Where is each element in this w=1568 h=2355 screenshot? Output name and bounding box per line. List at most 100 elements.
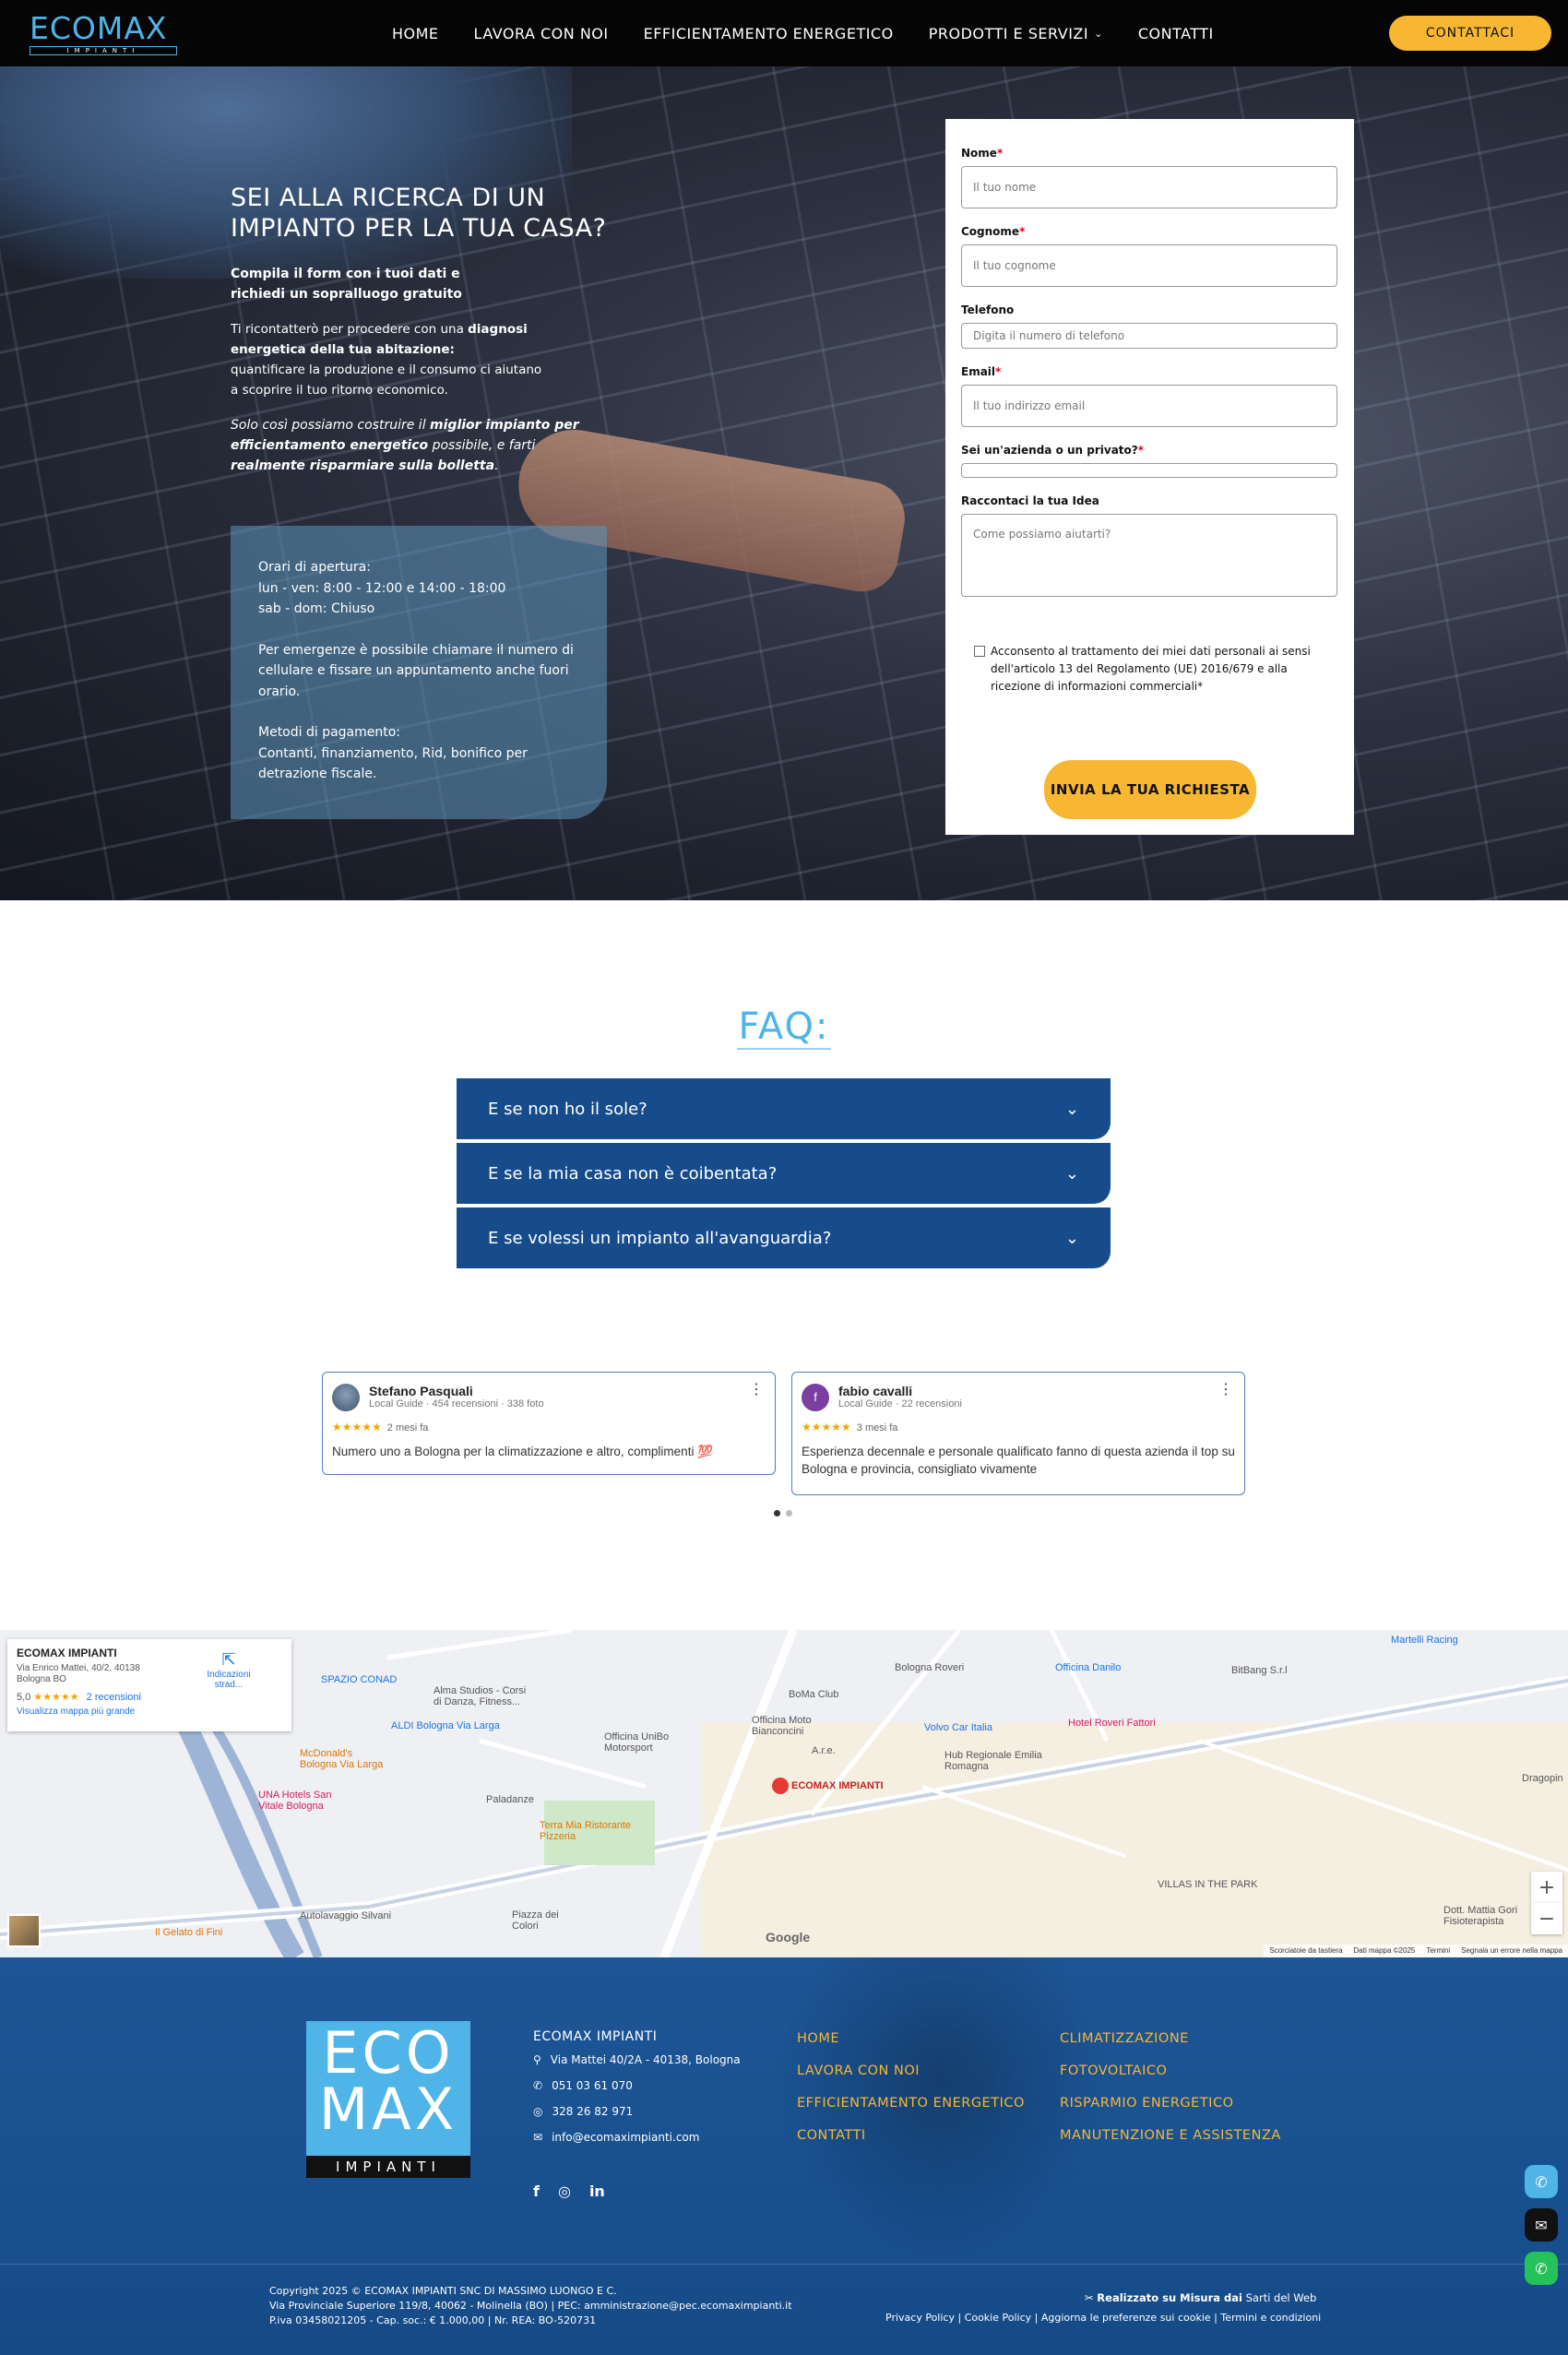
reviewer-meta: Local Guide · 454 recensioni · 338 foto <box>369 1398 544 1409</box>
payment-title: Metodi di pagamento: <box>258 725 401 740</box>
footer-email-row[interactable]: ✉ info@ecomaximpianti.com <box>533 2131 741 2144</box>
footer-link-lavora[interactable]: LAVORA CON NOI <box>797 2064 1025 2078</box>
zoom-out-button[interactable]: − <box>1531 1903 1562 1934</box>
directions-button[interactable]: ⇱ Indicazioni strad... <box>192 1650 266 1690</box>
reviewer-name[interactable]: fabio cavalli <box>838 1384 962 1398</box>
bigger-map-link[interactable]: Visualizza mappa più grande <box>17 1707 282 1717</box>
nav-contatti[interactable]: CONTATTI <box>1138 25 1214 42</box>
phone-icon: ✆ <box>1535 2172 1548 2191</box>
faq-item[interactable]: E se la mia casa non è coibentata? ⌄ <box>457 1143 1111 1204</box>
review-card: Stefano Pasquali Local Guide · 454 recen… <box>322 1372 776 1475</box>
hero-paragraph-3: Solo così possiamo costruire il miglior … <box>231 415 609 476</box>
tipo-select[interactable] <box>961 463 1337 478</box>
map-pin-label[interactable]: ECOMAX IMPIANTI <box>791 1780 884 1791</box>
zoom-in-button[interactable]: + <box>1531 1872 1562 1903</box>
footer-link-contatti[interactable]: CONTATTI <box>797 2128 1025 2143</box>
email-label-text: Email <box>961 365 996 378</box>
contact-cta-button[interactable]: CONTATTACI <box>1389 16 1551 51</box>
footer-credit[interactable]: ✂ Realizzato su Misura dai Sarti del Web <box>1085 2291 1316 2304</box>
map-reviews-link[interactable]: 2 recensioni <box>87 1692 141 1703</box>
map-label: Alma Studios - Corsi di Danza, Fitness..… <box>434 1685 527 1707</box>
map-pin-icon[interactable] <box>772 1778 789 1794</box>
nav-prodotti[interactable]: PRODOTTI E SERVIZI ⌄ <box>929 25 1103 42</box>
footer-link-home[interactable]: HOME <box>797 2031 1025 2046</box>
hero-p2-a: Ti ricontatterò per procedere con una <box>231 322 469 337</box>
payment-block: Metodi di pagamento: Contanti, finanziame… <box>258 722 579 785</box>
mail-icon: ✉ <box>533 2131 543 2144</box>
faq-question: E se non ho il sole? <box>488 1099 647 1119</box>
footer-divider <box>0 2264 1568 2265</box>
footer-email: info@ecomaximpianti.com <box>552 2131 700 2144</box>
linkedin-icon[interactable]: in <box>589 2183 605 2200</box>
footer-link-manutenzione[interactable]: MANUTENZIONE E ASSISTENZA <box>1060 2128 1281 2143</box>
google-map[interactable]: ECOMAX IMPIANTI Bologna Roveri Officina … <box>0 1630 1568 1957</box>
instagram-icon[interactable]: ◎ <box>558 2183 571 2200</box>
footer-legal-links[interactable]: Privacy Policy | Cookie Policy | Aggiorn… <box>885 2312 1321 2324</box>
footer-link-efficientamento[interactable]: EFFICIENTAMENTO ENERGETICO <box>797 2096 1025 2111</box>
nome-input[interactable]: Il tuo nome <box>961 166 1337 208</box>
submit-button[interactable]: INVIA LA TUA RICHIESTA <box>1044 760 1256 819</box>
pager-dot[interactable] <box>786 1510 792 1516</box>
cognome-label-text: Cognome <box>961 225 1020 238</box>
footer-whatsapp-row[interactable]: ◎ 328 26 82 971 <box>533 2105 741 2118</box>
attrib-terms[interactable]: Termini <box>1426 1946 1450 1956</box>
map-label: Officina UniBo Motorsport <box>604 1731 670 1754</box>
map-satellite-toggle[interactable] <box>7 1914 41 1947</box>
footer-phone-row[interactable]: ✆ 051 03 61 070 <box>533 2079 741 2092</box>
hero-p3-c: possibile, e farti <box>428 438 536 453</box>
footer-logo[interactable]: ECO MAX IMPIANTI <box>306 2021 470 2178</box>
attrib-report[interactable]: Segnala un errore nella mappa <box>1461 1946 1562 1956</box>
reviewer-meta: Local Guide · 22 recensioni <box>838 1398 962 1409</box>
footer-address: Via Mattei 40/2A - 40138, Bologna <box>550 2053 741 2066</box>
faq-title: FAQ: <box>0 1005 1568 1050</box>
idea-label: Raccontaci la tua Idea <box>961 494 1099 507</box>
map-card-address: Via Enrico Mattei, 40/2, 40138 Bologna B… <box>17 1663 140 1684</box>
map-label: BoMa Club <box>789 1689 839 1700</box>
more-options-icon[interactable]: ⋮ <box>1218 1383 1233 1398</box>
idea-textarea[interactable]: Come possiamo aiutarti? <box>961 514 1337 597</box>
nav-lavora[interactable]: LAVORA CON NOI <box>474 25 609 42</box>
hours-emergency: Per emergenze è possibile chiamare il nu… <box>258 642 574 699</box>
site-logo[interactable]: ECOMAX IMPIANTI <box>30 13 177 55</box>
floating-whatsapp-button[interactable]: ✆ <box>1525 2252 1558 2285</box>
whatsapp-icon: ◎ <box>533 2105 543 2118</box>
review-pager <box>774 1510 792 1516</box>
map-label: Hotel Roveri Fattori <box>1068 1718 1156 1729</box>
pager-dot-active[interactable] <box>774 1510 780 1516</box>
footer-logo-eco: ECO <box>322 2019 455 2087</box>
nav-home[interactable]: HOME <box>392 25 439 42</box>
nav-efficientamento[interactable]: EFFICIENTAMENTO ENERGETICO <box>644 25 894 42</box>
attrib-data: Dati mappa ©2025 <box>1353 1946 1416 1955</box>
map-label: UNA Hotels San Vitale Bologna <box>258 1790 332 1812</box>
footer-link-fotovoltaico[interactable]: FOTOVOLTAICO <box>1060 2064 1281 2078</box>
consent-row: Acconsento al trattamento dei miei dati … <box>961 643 1338 696</box>
hero-intro: Compila il form con i tuoi dati e richie… <box>231 264 470 304</box>
hero-intro-text: Compila il form con i tuoi dati e richie… <box>231 267 462 302</box>
payment-methods: Contanti, finanziamento, Rid, bonifico p… <box>258 745 528 782</box>
review-text: Esperienza decennale e personale qualifi… <box>802 1445 1235 1476</box>
email-input[interactable]: Il tuo indirizzo email <box>961 385 1337 427</box>
whatsapp-icon: ✆ <box>1535 2259 1548 2278</box>
faq-item[interactable]: E se volessi un impianto all'avanguardia… <box>457 1207 1111 1268</box>
copyright-line-1: Copyright 2025 © ECOMAX IMPIANTI SNC DI … <box>269 2285 617 2297</box>
attrib-shortcuts[interactable]: Scorciatoie da tastiera <box>1269 1946 1342 1956</box>
map-card-rating: 5,0 ★★★★★ 2 recensioni <box>17 1691 282 1703</box>
facebook-icon[interactable]: f <box>533 2183 540 2200</box>
review-header: Stefano Pasquali Local Guide · 454 recen… <box>332 1384 766 1411</box>
map-label: BitBang S.r.l <box>1231 1665 1288 1676</box>
map-label: Dragopin <box>1522 1773 1563 1784</box>
cognome-input[interactable]: Il tuo cognome <box>961 244 1337 287</box>
more-options-icon[interactable]: ⋮ <box>749 1383 764 1398</box>
footer-link-climatizzazione[interactable]: CLIMATIZZAZIONE <box>1060 2031 1281 2046</box>
contact-form: Nome* Il tuo nome Cognome* Il tuo cognom… <box>945 119 1354 835</box>
review-date: 2 mesi fa <box>386 1422 429 1433</box>
map-label: A.r.e. <box>812 1745 836 1756</box>
footer-link-risparmio[interactable]: RISPARMIO ENERGETICO <box>1060 2096 1281 2111</box>
consent-checkbox[interactable] <box>974 646 985 657</box>
floating-mail-button[interactable]: ✉ <box>1525 2208 1558 2242</box>
faq-item[interactable]: E se non ho il sole? ⌄ <box>457 1078 1111 1139</box>
floating-phone-button[interactable]: ✆ <box>1525 2165 1558 2198</box>
telefono-input[interactable]: Digita il numero di telefono <box>961 323 1337 349</box>
map-label: Autolavaggio Silvani <box>300 1910 392 1921</box>
reviewer-name[interactable]: Stefano Pasquali <box>369 1384 544 1398</box>
